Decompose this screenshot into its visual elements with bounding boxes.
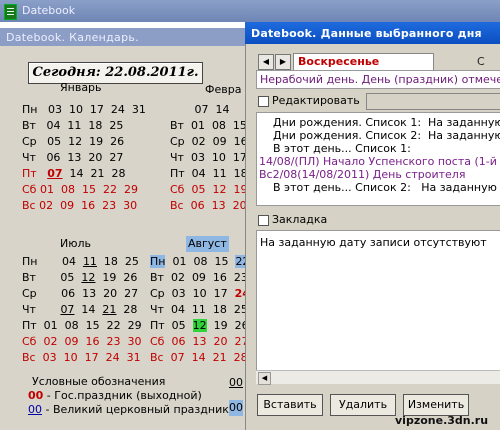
month-name-july: Июль [60, 237, 92, 250]
legend-right-code-2: 00 [229, 400, 243, 416]
legend-right-code-1: 00 [229, 376, 243, 389]
bookmark-text-area[interactable]: На заданную дату записи отсутствуют [256, 230, 500, 384]
info-line: В этот день... Список 1: [273, 142, 411, 155]
legend-title: Условные обозначения [32, 375, 166, 388]
month-name-february: Февра [205, 83, 242, 96]
month-grid-january[interactable]: Пн 03 10 17 24 31 Вт 04 11 18 25 Ср 05 1… [22, 102, 146, 214]
insert-button[interactable]: Вставить [257, 394, 323, 416]
info-line: Дни рождения. Список 2: На заданную дат [273, 129, 500, 142]
day-info-box[interactable]: Дни рождения. Список 1: На заданную да Д… [256, 112, 500, 206]
datebook-app-icon [4, 4, 17, 20]
bookmark-text: На заданную дату записи отсутствуют [260, 236, 487, 249]
scroll-left-icon[interactable]: ◀ [258, 372, 271, 385]
watermark: vipzone.3dn.ru [395, 414, 489, 427]
edit-checkbox[interactable] [258, 96, 269, 107]
info-line-event[interactable]: 14/08/(ПЛ) Начало Успенского поста (1-й … [259, 155, 500, 168]
window-titlebar: Datebook [0, 0, 500, 22]
holiday-field: Нерабочий день. День (праздник) отмечен [256, 70, 500, 89]
window-title: Datebook [22, 4, 76, 17]
bookmark-label: Закладка [272, 213, 328, 226]
legend-state-holiday-text: - Гос.праздник (выходной) [43, 389, 202, 402]
horizontal-scrollbar[interactable]: ◀ [256, 370, 500, 385]
next-day-button[interactable]: ▶ [275, 54, 291, 70]
info-line: В этот день... Список 2: На заданную да [273, 181, 500, 194]
bookmark-checkbox[interactable] [258, 215, 269, 226]
month-name-august: Август [186, 236, 229, 252]
edit-field[interactable] [366, 93, 500, 110]
legend-church-holiday-code: 00 [28, 403, 42, 416]
calendar-title: Datebook. Календарь. [6, 31, 139, 44]
change-button[interactable]: Изменить [403, 394, 469, 416]
info-line: Дни рождения. Список 1: На заданную да [273, 116, 500, 129]
legend-church-holiday-text: - Великий церковный праздник [42, 403, 229, 416]
legend-state-holiday-code: 00 [28, 389, 44, 402]
day-dialog-titlebar: Datebook. Данные выбранного дня [245, 22, 500, 44]
prev-day-button[interactable]: ◀ [258, 54, 274, 70]
day-dialog-title: Datebook. Данные выбранного дня [251, 27, 482, 40]
month-grid-august[interactable]: Пн 01 08 15 22 Вт 02 09 16 23 Ср 03 10 1… [150, 254, 250, 366]
month-name-january: Январь [60, 81, 102, 94]
info-line-event[interactable]: Вс2/08(14/08/2011) День строителя [259, 168, 465, 181]
edit-label: Редактировать [272, 94, 360, 107]
selected-date: Воскресенье 14.08.2011 [293, 53, 434, 84]
today-label: Сегодня: 22.08.2011г. [28, 62, 203, 84]
month-grid-february[interactable]: 07 14 Вт 01 08 15 Ср 02 09 16 Чт 03 10 1… [170, 102, 248, 214]
dialog-right-text: С [477, 55, 485, 68]
calendar-titlebar: Datebook. Календарь. [0, 28, 245, 46]
delete-button[interactable]: Удалить [330, 394, 396, 416]
month-grid-july[interactable]: Пн 04 11 18 25 Вт 05 12 19 26 Ср 06 13 2… [22, 254, 142, 366]
legend: Условные обозначения 00 - Гос.праздник (… [28, 375, 243, 417]
